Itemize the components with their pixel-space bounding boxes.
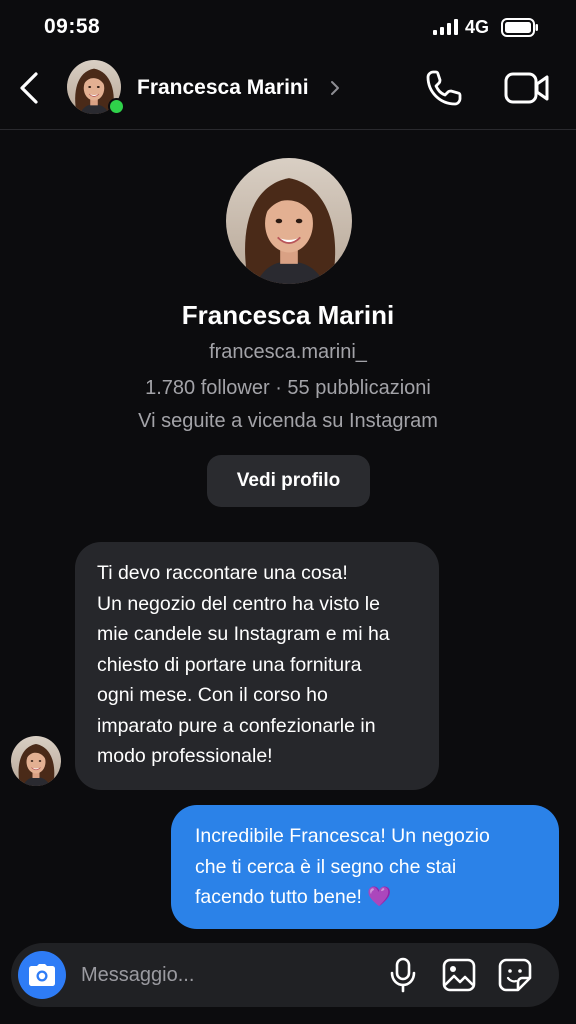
message-line: modo professionale! [97, 745, 273, 767]
sender-avatar[interactable] [11, 736, 61, 786]
profile-name: Francesca Marini [181, 300, 395, 330]
back-icon[interactable] [16, 70, 44, 106]
battery-icon [501, 18, 538, 37]
message-line: ogni mese. Con il corso ho [97, 684, 328, 706]
view-profile-button[interactable]: Vedi profilo [207, 455, 370, 507]
camera-icon [29, 964, 55, 986]
profile-avatar[interactable] [226, 158, 352, 284]
camera-button[interactable] [18, 951, 66, 999]
online-status-indicator [108, 98, 125, 115]
signal-icon [433, 19, 458, 35]
mic-icon[interactable] [388, 957, 418, 993]
message-line: imparato pure a confezionarle in [97, 714, 376, 737]
message-line: chiesto di portare una fornitura [97, 653, 362, 676]
status-time: 09:58 [44, 15, 101, 38]
header-contact-name[interactable]: Francesca Marini [137, 76, 309, 100]
chevron-right-icon[interactable] [330, 80, 340, 96]
message-composer [11, 943, 559, 1007]
message-line: Ti devo raccontare una cosa! [97, 562, 348, 584]
message-input[interactable] [81, 959, 361, 991]
incoming-message-bubble[interactable]: Ti devo raccontare una cosa! Un negozio … [75, 542, 439, 790]
status-bar: 09:58 4G [0, 0, 576, 56]
sticker-icon[interactable] [498, 958, 532, 992]
profile-stats: 1.780 follower · 55 pubblicazioni [145, 377, 431, 399]
message-line: Un negozio del centro ha visto le [97, 592, 380, 615]
message-line: facendo tutto bene! 💜 [195, 886, 392, 908]
message-line: che ti cerca è il segno che stai [195, 855, 457, 878]
call-icon[interactable] [424, 68, 464, 108]
video-icon[interactable] [504, 70, 550, 106]
profile-username: francesca.marini_ [209, 341, 367, 363]
chat-header: Francesca Marini [0, 56, 576, 130]
message-line: mie candele su Instagram e mi ha [97, 623, 390, 645]
gallery-icon[interactable] [442, 958, 476, 992]
outgoing-message-bubble[interactable]: Incredibile Francesca! Un negozio che ti… [171, 805, 559, 929]
message-line: Incredibile Francesca! Un negozio [195, 825, 490, 847]
profile-mutual-follow: Vi seguite a vicenda su Instagram [138, 410, 438, 432]
network-type: 4G [465, 17, 490, 37]
